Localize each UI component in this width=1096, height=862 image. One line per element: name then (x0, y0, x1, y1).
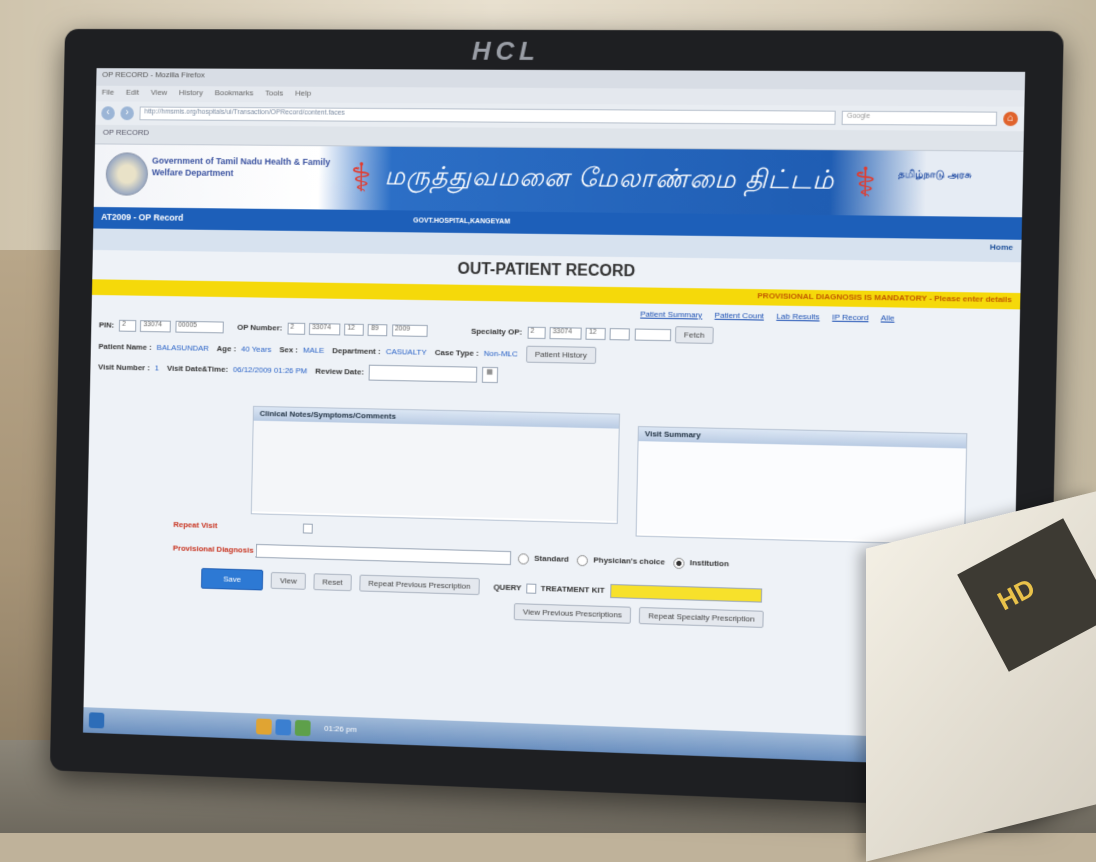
view-previous-prescriptions-button[interactable]: View Previous Prescriptions (513, 603, 632, 624)
clinical-notes-textarea[interactable] (251, 420, 619, 521)
department-name: Government of Tamil Nadu Health & Family… (151, 155, 331, 178)
visit-number-label: Visit Number : (98, 362, 150, 373)
menu-bookmarks[interactable]: Bookmarks (215, 88, 254, 97)
specialty-field-5[interactable] (634, 328, 671, 342)
sex-label: Sex : (279, 345, 299, 355)
taskbar-clock: 01:26 pm (324, 723, 357, 735)
calendar-icon[interactable]: ▦ (481, 366, 498, 384)
quick-links: Patient Summary Patient Count Lab Result… (640, 310, 905, 323)
pin-label: PIN: (98, 320, 115, 330)
start-menu-icon[interactable] (88, 712, 105, 729)
home-icon[interactable]: ⌂ (1003, 111, 1019, 127)
query-checkbox[interactable] (526, 583, 537, 594)
review-date-input[interactable] (368, 364, 478, 383)
provisional-diagnosis-input[interactable] (255, 543, 511, 566)
caduceus-icon: ⚕ (349, 156, 373, 201)
specialty-field-3[interactable]: 12 (585, 327, 606, 340)
help-icon[interactable] (275, 719, 292, 736)
hospital-name: GOVT.HOSPITAL,KANGEYAM (413, 217, 511, 226)
save-button[interactable]: Save (200, 567, 264, 591)
action-row: Save View Reset Repeat Previous Prescrip… (200, 567, 764, 606)
patient-summary-link[interactable]: Patient Summary (640, 310, 702, 320)
visit-summary-panel: Visit Summary (635, 426, 968, 546)
prescription-row: View Previous Prescriptions Repeat Speci… (513, 603, 770, 628)
visit-date-value: 06/12/2009 01:26 PM (232, 365, 308, 376)
review-date-label: Review Date: (315, 366, 365, 377)
visit-summary-textarea[interactable] (636, 441, 967, 543)
pin-field-1[interactable]: 2 (119, 319, 137, 332)
treatment-kit-label: TREATMENT KIT (540, 583, 605, 595)
patient-history-button[interactable]: Patient History (525, 345, 597, 364)
menu-file[interactable]: File (102, 88, 114, 97)
screen-code: AT2009 - OP Record (101, 211, 184, 223)
case-type-label: Case Type : (434, 348, 479, 358)
menu-view[interactable]: View (151, 88, 168, 97)
back-icon[interactable]: ‹ (101, 106, 115, 121)
op-number-field-4[interactable]: 89 (367, 323, 388, 337)
repeat-previous-prescription-button[interactable]: Repeat Previous Prescription (359, 574, 480, 596)
op-number-field-3[interactable]: 12 (344, 323, 365, 336)
banner-title: மருத்துவமனை மேலாண்மை திட்டம் (384, 160, 835, 195)
caduceus-icon: ⚕ (853, 160, 877, 206)
radio-institution-label: Institution (689, 558, 730, 569)
age-label: Age : (216, 344, 237, 354)
network-icon[interactable] (294, 719, 311, 737)
search-input[interactable]: Google (841, 110, 998, 126)
repeat-specialty-prescription-button[interactable]: Repeat Specialty Prescription (639, 606, 764, 628)
warning-text: PROVISIONAL DIAGNOSIS IS MANDATORY - Ple… (757, 291, 1013, 305)
menu-history[interactable]: History (179, 88, 203, 97)
pin-field-2[interactable]: 33074 (140, 320, 172, 333)
clinical-notes-panel: Clinical Notes/Symptoms/Comments (250, 405, 621, 524)
diagnosis-row: Provisional Diagnosis Standard Physician… (173, 542, 732, 572)
banner-right-title: தமிழ்நாடு அரசு (898, 169, 972, 181)
radio-physicians-choice-label: Physician's choice (593, 555, 666, 567)
pin-field-3[interactable]: 00005 (175, 320, 224, 334)
repeat-visit-checkbox[interactable] (302, 523, 313, 534)
op-number-field-5[interactable]: 2009 (391, 324, 428, 337)
op-number-field-1[interactable]: 2 (287, 322, 305, 335)
folder-icon[interactable] (255, 718, 272, 735)
lab-results-link[interactable]: Lab Results (776, 312, 819, 322)
forward-icon[interactable]: › (120, 106, 134, 121)
radio-standard[interactable] (517, 552, 530, 565)
op-number-field-2[interactable]: 33074 (308, 322, 341, 336)
radio-physicians-choice[interactable] (576, 554, 589, 566)
menu-tools[interactable]: Tools (265, 89, 283, 98)
provisional-diagnosis-label: Provisional Diagnosis (172, 543, 254, 555)
menu-edit[interactable]: Edit (126, 88, 139, 97)
radio-standard-label: Standard (534, 553, 569, 564)
government-logo (105, 152, 149, 196)
patient-count-link[interactable]: Patient Count (715, 311, 764, 321)
visit-date-label: Visit Date&Time: (166, 363, 229, 374)
url-input[interactable]: http://hmsmis.org/hospitals/ui/Transacti… (139, 106, 836, 125)
patient-name-label: Patient Name : (98, 341, 152, 352)
repeat-visit-label: Repeat Visit (173, 520, 218, 531)
menu-help[interactable]: Help (295, 89, 311, 98)
fetch-button[interactable]: Fetch (674, 326, 714, 344)
radio-institution[interactable] (673, 557, 685, 569)
op-number-label: OP Number: (237, 322, 283, 333)
sex-value: MALE (302, 345, 325, 355)
monitor-brand: HCL (471, 35, 541, 66)
visit-number-value: 1 (154, 363, 160, 373)
visit-row: Visit Number : 1 Visit Date&Time: 06/12/… (98, 360, 500, 384)
department-value: CASUALTY (385, 347, 427, 357)
patient-name: BALASUNDAR (156, 343, 209, 353)
repeat-visit-row: Repeat Visit (173, 520, 314, 534)
app-banner: Government of Tamil Nadu Health & Family… (93, 144, 1024, 218)
query-label: QUERY (493, 582, 522, 593)
treatment-kit-input[interactable] (609, 583, 762, 603)
ip-record-link[interactable]: IP Record (832, 313, 869, 323)
case-type-value: Non-MLC (483, 348, 518, 359)
allergy-link[interactable]: Alle (881, 313, 895, 322)
specialty-field-2[interactable]: 33074 (549, 326, 582, 340)
age-value: 40 Years (241, 344, 272, 354)
specialty-field-1[interactable]: 2 (527, 326, 546, 339)
reset-button[interactable]: Reset (313, 573, 352, 592)
view-button[interactable]: View (271, 571, 306, 590)
specialty-label: Specialty OP: (470, 326, 523, 337)
department-label: Department : (332, 346, 381, 356)
home-button[interactable]: Home (990, 242, 1013, 251)
specialty-field-4[interactable] (609, 327, 631, 341)
